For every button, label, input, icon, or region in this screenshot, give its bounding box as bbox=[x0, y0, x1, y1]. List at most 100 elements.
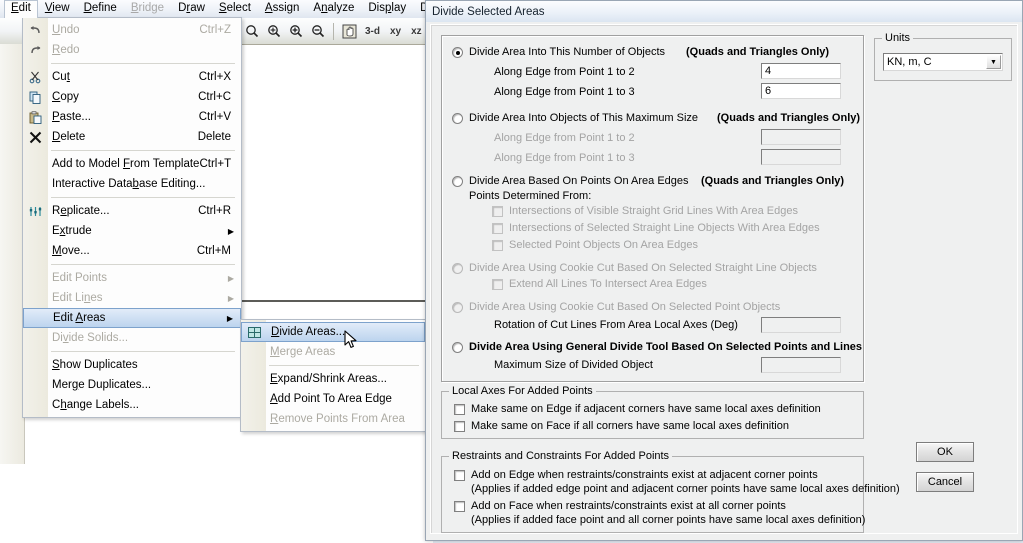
submenu-item-label: Expand/Shrink Areas... bbox=[270, 373, 387, 385]
no-icon bbox=[23, 329, 48, 347]
menu-define[interactable]: Define bbox=[77, 0, 124, 18]
no-icon bbox=[23, 289, 48, 307]
input-maximum-size-divided-object[interactable] bbox=[761, 357, 841, 373]
menu-item-change-labels[interactable]: Change Labels... bbox=[23, 395, 241, 415]
checkbox-restraints-face[interactable] bbox=[454, 501, 465, 512]
menu-item-label: Replicate... bbox=[52, 205, 110, 217]
checkbox-selected-point-objects[interactable] bbox=[492, 240, 503, 251]
menu-item-label: Redo bbox=[52, 44, 80, 56]
checkbox-local-axes-edge[interactable] bbox=[454, 404, 465, 415]
view-toolbar: 3-d xy xz bbox=[240, 18, 426, 44]
view-xy-button[interactable]: xy bbox=[386, 26, 405, 37]
chevron-down-icon[interactable]: ▼ bbox=[986, 55, 1001, 69]
menu-item-add-to-model-from-template[interactable]: Add to Model From Template Ctrl+T bbox=[23, 154, 241, 174]
menu-item-copy[interactable]: Copy Ctrl+C bbox=[23, 87, 241, 107]
radio-cookie-cut-points[interactable] bbox=[452, 302, 463, 313]
ok-button[interactable]: OK bbox=[916, 442, 974, 462]
cancel-button[interactable]: Cancel bbox=[916, 472, 974, 492]
menu-item-merge-duplicates[interactable]: Merge Duplicates... bbox=[23, 375, 241, 395]
checkbox-restraints-edge[interactable] bbox=[454, 470, 465, 481]
submenu-item-add-point-to-area-edge[interactable]: Add Point To Area Edge bbox=[241, 389, 425, 409]
input-number-edge-1-2[interactable]: 4 bbox=[761, 63, 841, 79]
menu-edit[interactable]: Edit bbox=[4, 0, 38, 18]
submenu-item-expand-shrink-areas[interactable]: Expand/Shrink Areas... bbox=[241, 369, 425, 389]
checkbox-extend-all-lines[interactable] bbox=[492, 279, 503, 290]
label-selected-point-objects: Selected Point Objects On Area Edges bbox=[509, 239, 698, 251]
scissors-icon bbox=[23, 68, 48, 86]
checkbox-local-axes-face[interactable] bbox=[454, 421, 465, 432]
no-icon bbox=[241, 343, 266, 361]
radio-general-divide-tool[interactable] bbox=[452, 342, 463, 353]
menu-item-undo: Undo Ctrl+Z bbox=[23, 20, 241, 40]
units-select[interactable]: KN, m, C ▼ bbox=[883, 53, 1003, 71]
menu-draw[interactable]: Draw bbox=[171, 0, 212, 18]
input-maxsize-edge-1-2[interactable] bbox=[761, 129, 841, 145]
submenu-item-label: Add Point To Area Edge bbox=[270, 393, 392, 405]
label-local-axes-face: Make same on Face if all corners have sa… bbox=[471, 420, 789, 432]
menu-item-accelerator: Ctrl+V bbox=[198, 111, 231, 123]
units-selected-value: KN, m, C bbox=[887, 56, 932, 68]
checkbox-visible-grid-lines[interactable] bbox=[492, 206, 503, 217]
no-icon bbox=[23, 222, 48, 240]
menu-item-accelerator: Ctrl+X bbox=[198, 71, 231, 83]
menu-item-edit-points: Edit Points ▶ bbox=[23, 268, 241, 288]
no-icon bbox=[23, 376, 48, 394]
menu-display[interactable]: Display bbox=[361, 0, 413, 18]
divide-areas-icon bbox=[242, 323, 267, 341]
menu-item-replicate[interactable]: Replicate... Ctrl+R bbox=[23, 201, 241, 221]
menu-item-cut[interactable]: Cut Ctrl+X bbox=[23, 67, 241, 87]
note-restraints-edge: (Applies if added edge point and adjacen… bbox=[471, 483, 900, 495]
divide-selected-areas-dialog: Divide Selected Areas Divide Area Into T… bbox=[425, 0, 1023, 541]
label-cookie-cut-points: Divide Area Using Cookie Cut Based On Se… bbox=[469, 301, 781, 313]
menu-item-label: Edit Lines bbox=[52, 292, 103, 304]
radio-cookie-cut-lines[interactable] bbox=[452, 263, 463, 274]
input-number-edge-1-3[interactable]: 6 bbox=[761, 83, 841, 99]
menu-separator bbox=[51, 264, 235, 265]
menu-separator bbox=[51, 351, 235, 352]
input-maxsize-edge-1-3[interactable] bbox=[761, 149, 841, 165]
menu-item-label: Undo bbox=[52, 24, 80, 36]
menu-item-edit-areas[interactable]: Edit Areas ▶ bbox=[23, 308, 241, 328]
view-xz-button[interactable]: xz bbox=[407, 26, 426, 37]
menu-item-divide-solids: Divide Solids... bbox=[23, 328, 241, 348]
paste-icon bbox=[23, 108, 48, 126]
dialog-title-bar: Divide Selected Areas bbox=[426, 1, 1022, 22]
submenu-arrow-icon: ▶ bbox=[227, 293, 234, 303]
application-window: 3-d xy xz Edit View Define Bridge Draw S… bbox=[0, 0, 433, 543]
menu-item-delete[interactable]: Delete Delete bbox=[23, 127, 241, 147]
zoom-icon[interactable] bbox=[242, 21, 262, 41]
checkbox-selected-line-objects[interactable] bbox=[492, 223, 503, 234]
radio-divide-number-of-objects[interactable] bbox=[452, 47, 463, 58]
menu-item-interactive-database-editing[interactable]: Interactive Database Editing... bbox=[23, 174, 241, 194]
pan-hand-icon[interactable] bbox=[339, 21, 359, 41]
radio-divide-max-size[interactable] bbox=[452, 113, 463, 124]
menu-assign[interactable]: Assign bbox=[258, 0, 307, 18]
view-3d-button[interactable]: 3-d bbox=[361, 26, 384, 37]
submenu-item-divide-areas[interactable]: Divide Areas... bbox=[241, 322, 425, 342]
menu-item-show-duplicates[interactable]: Show Duplicates bbox=[23, 355, 241, 375]
input-rotation-of-cut-lines[interactable] bbox=[761, 317, 841, 333]
label-general-divide-tool: Divide Area Using General Divide Tool Ba… bbox=[469, 341, 863, 353]
menu-item-label: Move... bbox=[52, 245, 90, 257]
menu-select[interactable]: Select bbox=[212, 0, 258, 18]
label-divide-max-size: Divide Area Into Objects of This Maximum… bbox=[469, 112, 699, 124]
menu-item-label: Show Duplicates bbox=[52, 359, 138, 371]
model-canvas[interactable] bbox=[240, 45, 433, 302]
menu-item-paste[interactable]: Paste... Ctrl+V bbox=[23, 107, 241, 127]
no-icon bbox=[23, 242, 48, 260]
zoom-out-icon[interactable] bbox=[308, 21, 328, 41]
menu-item-accelerator: Delete bbox=[197, 131, 231, 143]
menu-item-move[interactable]: Move... Ctrl+M bbox=[23, 241, 241, 261]
menu-item-accelerator: Ctrl+C bbox=[198, 91, 231, 103]
menu-item-label: Delete bbox=[52, 131, 86, 143]
menu-separator bbox=[51, 150, 235, 151]
menu-analyze[interactable]: Analyze bbox=[306, 0, 361, 18]
dialog-body: Divide Area Into This Number of Objects … bbox=[430, 24, 1018, 534]
menu-item-extrude[interactable]: Extrude ▶ bbox=[23, 221, 241, 241]
zoom-in-icon[interactable] bbox=[286, 21, 306, 41]
menu-item-label: Copy bbox=[52, 91, 79, 103]
edit-dropdown-menu: Undo Ctrl+Z Redo Cut Ctrl+X Copy Ctrl+C … bbox=[22, 17, 242, 418]
zoom-in-window-icon[interactable] bbox=[264, 21, 284, 41]
radio-divide-points-on-edges[interactable] bbox=[452, 176, 463, 187]
menu-view[interactable]: View bbox=[38, 0, 77, 18]
